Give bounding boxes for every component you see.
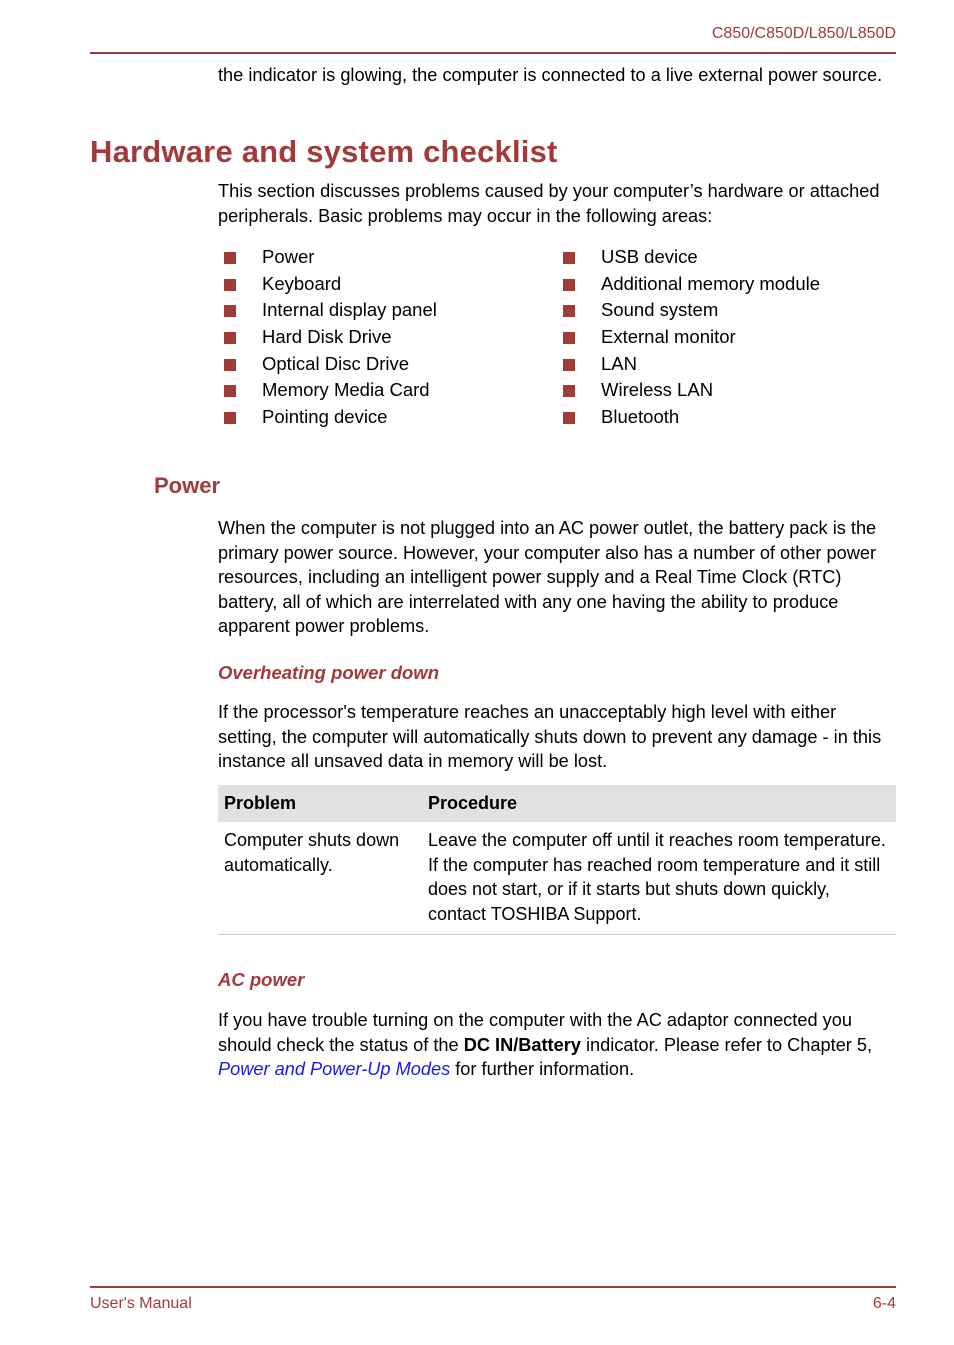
bullet-icon: [563, 305, 575, 318]
bullet-icon: [224, 385, 236, 398]
procedure-cell: Leave the computer off until it reaches …: [422, 822, 896, 935]
bullet-icon: [224, 278, 236, 291]
page-number: 6-4: [872, 1295, 896, 1312]
table-header-row: Problem Procedure: [218, 785, 896, 822]
list-item: Wireless LAN: [557, 377, 820, 404]
bullet-icon: [563, 332, 575, 345]
ac-power-heading: AC power: [218, 969, 305, 990]
bullet-icon: [563, 385, 575, 398]
list-item: Pointing device: [218, 404, 437, 431]
list-item: USB device: [557, 244, 820, 271]
bullet-icon: [563, 412, 575, 425]
header-model: C850/C850D/L850/L850D: [711, 25, 896, 42]
bullet-icon: [563, 358, 575, 371]
dc-in-battery-label: DC IN/Battery: [463, 1034, 581, 1055]
bullet-icon: [224, 252, 236, 264]
column-header-problem: Problem: [218, 785, 422, 822]
list-item: Additional memory module: [557, 271, 820, 298]
intro-continuation: the indicator is glowing, the computer i…: [218, 65, 883, 85]
list-item: Memory Media Card: [218, 377, 437, 404]
list-item: External monitor: [557, 324, 820, 351]
list-item: LAN: [557, 351, 820, 378]
power-text: When the computer is not plugged into an…: [218, 518, 877, 636]
list-item: Optical Disc Drive: [218, 351, 437, 378]
problem-cell: Computer shuts down automatically.: [218, 822, 422, 935]
section-intro: This section discusses problems caused b…: [218, 181, 880, 226]
table-row: Computer shuts down automatically. Leave…: [218, 822, 896, 935]
problem-procedure-table: Problem Procedure Computer shuts down au…: [218, 785, 896, 935]
section-title: Hardware and system checklist: [90, 134, 558, 169]
column-header-procedure: Procedure: [422, 785, 896, 822]
overheating-heading: Overheating power down: [218, 662, 439, 683]
areas-list-left: Power Keyboard Internal display panel Ha…: [218, 244, 437, 431]
bullet-icon: [224, 332, 236, 345]
list-item: Bluetooth: [557, 404, 820, 431]
list-item: Keyboard: [218, 271, 437, 298]
footer-rule: [90, 1286, 896, 1288]
list-item: Hard Disk Drive: [218, 324, 437, 351]
power-modes-link[interactable]: Power and Power-Up Modes: [218, 1059, 450, 1079]
list-item: Internal display panel: [218, 297, 437, 324]
list-item: Power: [218, 244, 437, 271]
bullet-icon: [224, 305, 236, 318]
areas-list-right: USB device Additional memory module Soun…: [557, 244, 820, 431]
header-rule: [90, 52, 896, 54]
overheating-text: If the processor's temperature reaches a…: [218, 702, 882, 771]
bullet-icon: [563, 252, 575, 264]
bullet-icon: [224, 358, 236, 371]
power-heading: Power: [154, 473, 221, 498]
list-item: Sound system: [557, 297, 820, 324]
bullet-icon: [563, 278, 575, 291]
ac-power-text: If you have trouble turning on the compu…: [218, 1010, 873, 1079]
footer-manual-title: User's Manual: [90, 1295, 192, 1312]
bullet-icon: [224, 412, 236, 425]
